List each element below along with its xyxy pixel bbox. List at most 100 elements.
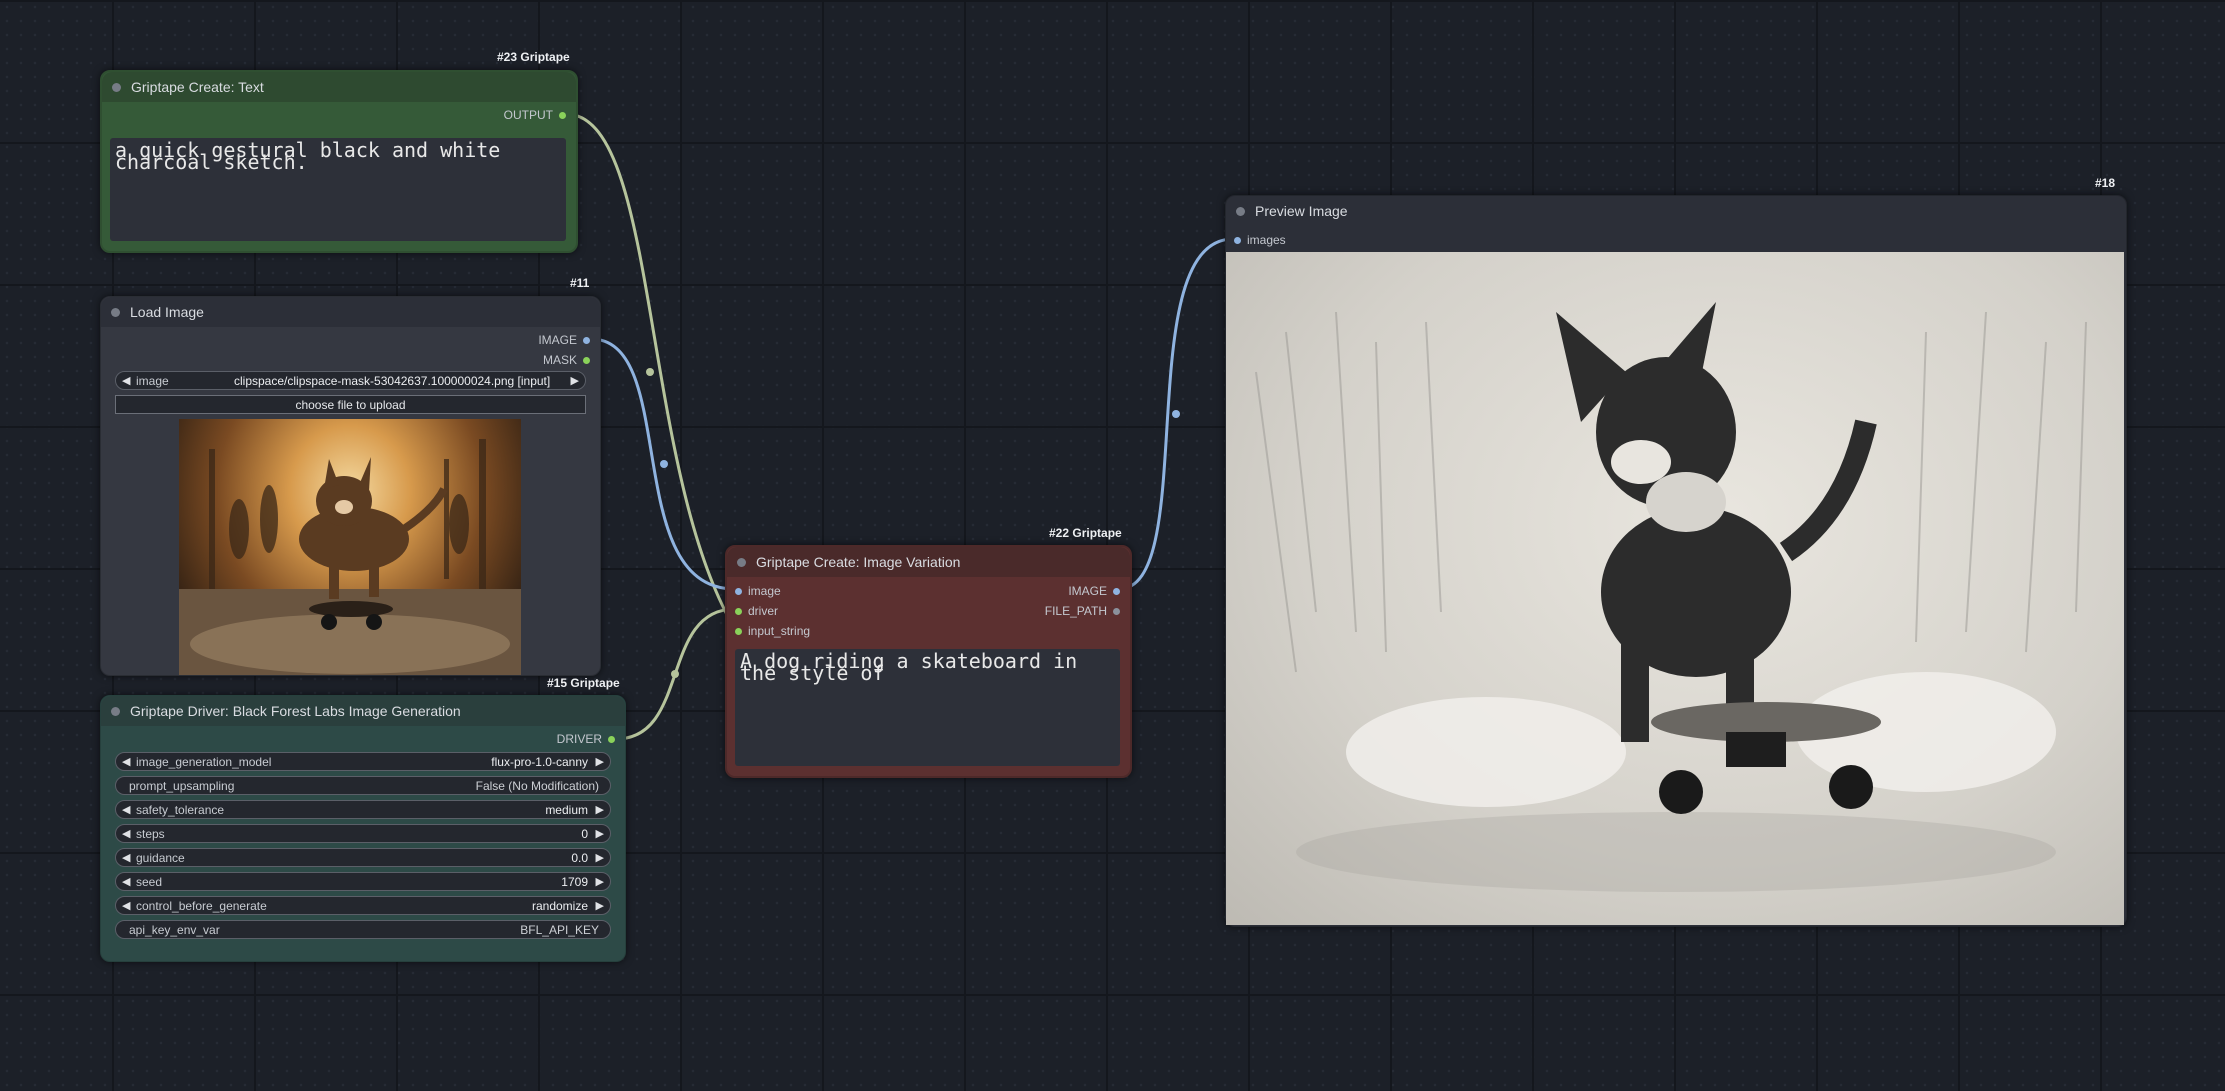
link-image-to-variation [590,337,736,591]
output-label: IMAGE [1068,584,1107,598]
link-driver-to-variation [615,607,736,741]
image-preview [179,419,521,675]
output-label: FILE_PATH [1044,604,1107,618]
node-title[interactable]: Griptape Driver: Black Forest Labs Image… [101,696,625,726]
image-combo[interactable]: ◀ image clipspace/clipspace-mask-5304263… [115,371,586,390]
widget-value: 1709 [561,875,588,889]
output-socket-icon[interactable] [583,336,590,344]
input-slot[interactable]: image [735,584,781,598]
safety-tolerance-combo[interactable]: ◀ safety_tolerance medium ▶ [115,800,611,819]
text-input[interactable]: A dog riding a skateboard in the style o… [735,649,1120,766]
widget-label: control_before_generate [136,899,267,913]
image-generation-model-combo[interactable]: ◀ image_generation_model flux-pro-1.0-ca… [115,752,611,771]
widget-label: image [136,374,169,388]
node-badge: #22 Griptape [1049,526,1122,540]
node-bfl-driver[interactable]: Griptape Driver: Black Forest Labs Image… [100,695,626,962]
input-socket-icon[interactable] [735,607,742,615]
collapse-dot-icon[interactable] [737,558,746,567]
node-title-text: Griptape Create: Image Variation [756,554,961,570]
api-key-env-var-field[interactable]: api_key_env_var BFL_API_KEY [115,920,611,939]
input-socket-icon[interactable] [1234,236,1241,244]
output-socket-icon[interactable] [1113,587,1120,595]
node-title-text: Griptape Create: Text [131,79,264,95]
input-socket-icon[interactable] [735,627,742,635]
guidance-number[interactable]: ◀ guidance 0.0 ▶ [115,848,611,867]
widget-label: image_generation_model [136,755,272,769]
input-socket-icon[interactable] [735,587,742,595]
output-socket-icon[interactable] [608,735,615,743]
right-arrow-icon[interactable]: ▶ [596,849,604,868]
left-arrow-icon[interactable]: ◀ [122,849,130,868]
node-badge: #23 Griptape [497,50,570,64]
node-title[interactable]: Griptape Create: Text [102,72,576,102]
widget-value: flux-pro-1.0-canny [491,755,588,769]
right-arrow-icon[interactable]: ▶ [596,753,604,772]
output-socket-icon[interactable] [559,111,566,119]
widget-label: prompt_upsampling [129,779,235,793]
node-preview-image[interactable]: Preview Image images [1225,195,2127,927]
widget-value: 0 [581,827,588,841]
output-slot[interactable]: DRIVER [557,732,615,746]
prompt-upsampling-toggle[interactable]: prompt_upsampling False (No Modification… [115,776,611,795]
widget-label: guidance [136,851,185,865]
widget-value: BFL_API_KEY [520,923,599,937]
output-label: MASK [542,353,577,367]
seed-number[interactable]: ◀ seed 1709 ▶ [115,872,611,891]
collapse-dot-icon[interactable] [111,707,120,716]
output-label: DRIVER [556,732,602,746]
node-create-text[interactable]: Griptape Create: Text OUTPUT a quick ges… [100,70,578,253]
node-title-text: Preview Image [1255,203,1348,219]
widget-label: steps [136,827,165,841]
right-arrow-icon[interactable]: ▶ [596,801,604,820]
input-label: images [1247,233,1286,247]
node-title[interactable]: Griptape Create: Image Variation [727,547,1130,577]
widget-value: clipspace/clipspace-mask-53042637.100000… [234,374,551,388]
left-arrow-icon[interactable]: ◀ [122,372,130,391]
left-arrow-icon[interactable]: ◀ [122,801,130,820]
right-arrow-icon[interactable]: ▶ [596,873,604,892]
node-title-text: Griptape Driver: Black Forest Labs Image… [130,703,461,719]
left-arrow-icon[interactable]: ◀ [122,753,130,772]
upload-button[interactable]: choose file to upload [115,395,586,414]
right-arrow-icon[interactable]: ▶ [596,825,604,844]
left-arrow-icon[interactable]: ◀ [122,873,130,892]
control-before-generate-combo[interactable]: ◀ control_before_generate randomize ▶ [115,896,611,915]
output-slot[interactable]: OUTPUT [504,108,566,122]
node-load-image[interactable]: Load Image IMAGE MASK ◀ image clipspace/… [100,296,601,676]
node-title-text: Load Image [130,304,204,320]
left-arrow-icon[interactable]: ◀ [122,897,130,916]
node-title[interactable]: Load Image [101,297,600,327]
widget-value: medium [545,803,588,817]
widget-label: safety_tolerance [136,803,225,817]
output-label: IMAGE [538,333,577,347]
right-arrow-icon[interactable]: ▶ [596,897,604,916]
input-label: input_string [748,624,811,638]
preview-image [1226,252,2124,925]
node-title[interactable]: Preview Image [1226,196,2126,226]
input-slot[interactable]: driver [735,604,778,618]
node-image-variation[interactable]: Griptape Create: Image Variation image d… [725,545,1132,778]
steps-number[interactable]: ◀ steps 0 ▶ [115,824,611,843]
text-input[interactable]: a quick gestural black and white charcoa… [110,138,566,241]
output-slot[interactable]: MASK [543,353,590,367]
output-slot[interactable]: FILE_PATH [1045,604,1120,618]
input-slot[interactable]: input_string [735,624,810,638]
widget-label: api_key_env_var [129,923,220,937]
left-arrow-icon[interactable]: ◀ [122,825,130,844]
output-socket-icon[interactable] [583,356,590,364]
widget-value: 0.0 [571,851,588,865]
right-arrow-icon[interactable]: ▶ [571,372,579,391]
input-label: driver [748,604,779,618]
output-slot[interactable]: IMAGE [1068,584,1120,598]
input-label: image [748,584,781,598]
link-variation-to-preview [1118,237,1234,591]
collapse-dot-icon[interactable] [112,83,121,92]
node-badge: #11 [570,276,590,290]
collapse-dot-icon[interactable] [1236,207,1245,216]
output-label: OUTPUT [503,108,553,122]
input-slot[interactable]: images [1234,233,1286,247]
output-socket-icon[interactable] [1113,607,1120,615]
widget-label: seed [136,875,163,889]
output-slot[interactable]: IMAGE [538,333,590,347]
collapse-dot-icon[interactable] [111,308,120,317]
